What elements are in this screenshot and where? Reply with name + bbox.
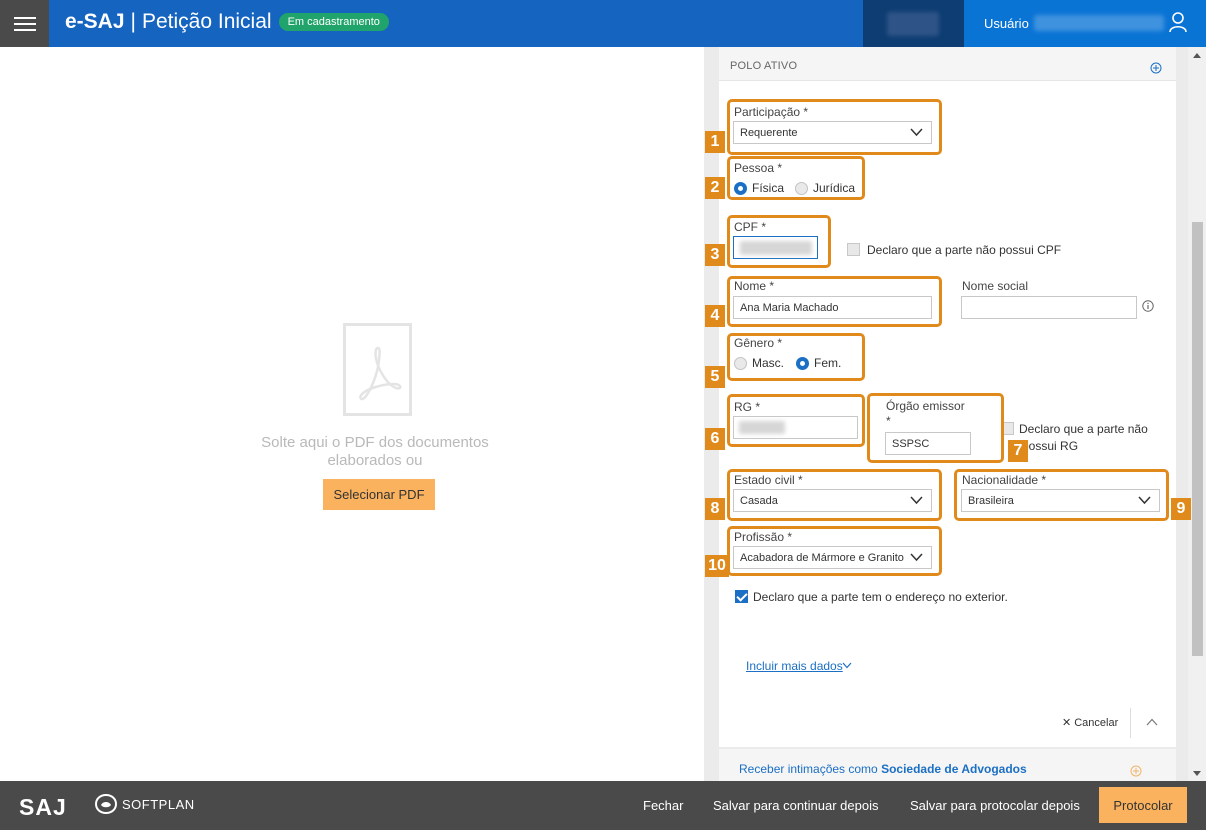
user-menu[interactable]: Usuário (964, 0, 1206, 47)
exterior-checkbox[interactable] (735, 590, 748, 603)
annotation-badge-6: 6 (705, 428, 725, 450)
top-bar: e-SAJ | Petição Inicial Em cadastramento… (0, 0, 1206, 47)
annotation-box-cpf (727, 215, 831, 268)
drop-text-line2: elaborados ou (327, 452, 423, 469)
annotation-badge-4: 4 (705, 305, 725, 327)
annotation-box-genero (727, 333, 865, 381)
nome-social-label: Nome social (962, 279, 1029, 293)
app-title: e-SAJ | Petição Inicial Em cadastramento (65, 10, 389, 34)
chevron-up-icon[interactable] (1146, 718, 1158, 726)
scrollbar-thumb[interactable] (1192, 222, 1203, 656)
pdf-file-icon (343, 323, 412, 416)
page-title: Petição Inicial (142, 10, 272, 33)
status-badge: Em cadastramento (278, 13, 389, 31)
salvar-protocolar-button[interactable]: Salvar para protocolar depois (910, 798, 1080, 813)
annotation-badge-3: 3 (705, 244, 725, 266)
annotation-box-pessoa (727, 156, 865, 200)
annotation-badge-9: 9 (1171, 498, 1191, 520)
close-icon: ✕ (1062, 717, 1072, 729)
no-rg-label-line1: Declaro que a parte não (1019, 422, 1148, 436)
no-rg-label-line2: possui RG (1022, 439, 1079, 453)
hamburger-menu-icon[interactable] (0, 0, 49, 47)
annotation-badge-5: 5 (705, 366, 725, 388)
brand-name: e-SAJ (65, 10, 125, 33)
drop-text-line1: Solte aqui o PDF dos documentos (261, 434, 489, 451)
user-icon (1169, 12, 1187, 33)
info-icon[interactable] (1142, 300, 1154, 312)
scroll-up-icon[interactable] (1193, 53, 1201, 58)
protocolar-button[interactable]: Protocolar (1099, 787, 1187, 823)
annotation-badge-8: 8 (705, 498, 725, 520)
select-pdf-button[interactable]: Selecionar PDF (323, 479, 435, 510)
chevron-down-icon (842, 662, 852, 669)
add-circle-icon[interactable] (1150, 62, 1162, 74)
saj-logo: SAJ (19, 794, 67, 820)
user-name-redacted (1034, 15, 1164, 31)
annotation-box-participacao (727, 99, 942, 155)
annotation-box-nacionalidade (954, 469, 1169, 521)
fechar-button[interactable]: Fechar (643, 798, 683, 813)
footer-bar: SAJ SOFTPLAN Fechar Salvar para continua… (0, 781, 1206, 830)
annotation-badge-2: 2 (705, 177, 725, 199)
user-label: Usuário (984, 16, 1029, 31)
annotation-box-orgao (867, 393, 1004, 463)
receber-intimacoes-link[interactable]: Receber intimações como Sociedade de Adv… (739, 762, 1027, 776)
no-cpf-label: Declaro que a parte não possui CPF (867, 243, 1062, 257)
annotation-box-rg (727, 394, 865, 447)
add-circle-icon[interactable] (1130, 765, 1142, 777)
softplan-logo-icon (94, 793, 118, 815)
cancel-label: Cancelar (1074, 717, 1119, 729)
drop-instructions: Solte aqui o PDF dos documentos elaborad… (230, 434, 520, 470)
no-cpf-checkbox[interactable] (847, 243, 860, 256)
annotation-badge-7: 7 (1008, 440, 1028, 462)
exterior-label: Declaro que a parte tem o endereço no ex… (753, 590, 1008, 604)
scroll-down-icon[interactable] (1193, 771, 1201, 776)
cancel-button[interactable]: ✕ Cancelar (1062, 716, 1118, 729)
section-title: POLO ATIVO (730, 60, 798, 72)
divider (1130, 708, 1131, 738)
salvar-continuar-button[interactable]: Salvar para continuar depois (713, 798, 879, 813)
nome-social-input[interactable] (961, 296, 1137, 319)
header-redacted-area (863, 0, 964, 47)
title-separator: | (130, 10, 136, 33)
softplan-text: SOFTPLAN (122, 796, 195, 812)
incluir-mais-dados-link[interactable]: Incluir mais dados (746, 659, 843, 673)
annotation-badge-10: 10 (705, 555, 729, 577)
receber-prefix: Receber intimações como (739, 762, 878, 776)
softplan-logo: SOFTPLAN (94, 793, 195, 815)
annotation-box-profissao (727, 526, 942, 576)
annotation-badge-1: 1 (705, 131, 725, 153)
annotation-box-nome (727, 276, 942, 327)
annotation-box-estado-civil (727, 469, 942, 521)
receber-bold: Sociedade de Advogados (881, 762, 1027, 776)
